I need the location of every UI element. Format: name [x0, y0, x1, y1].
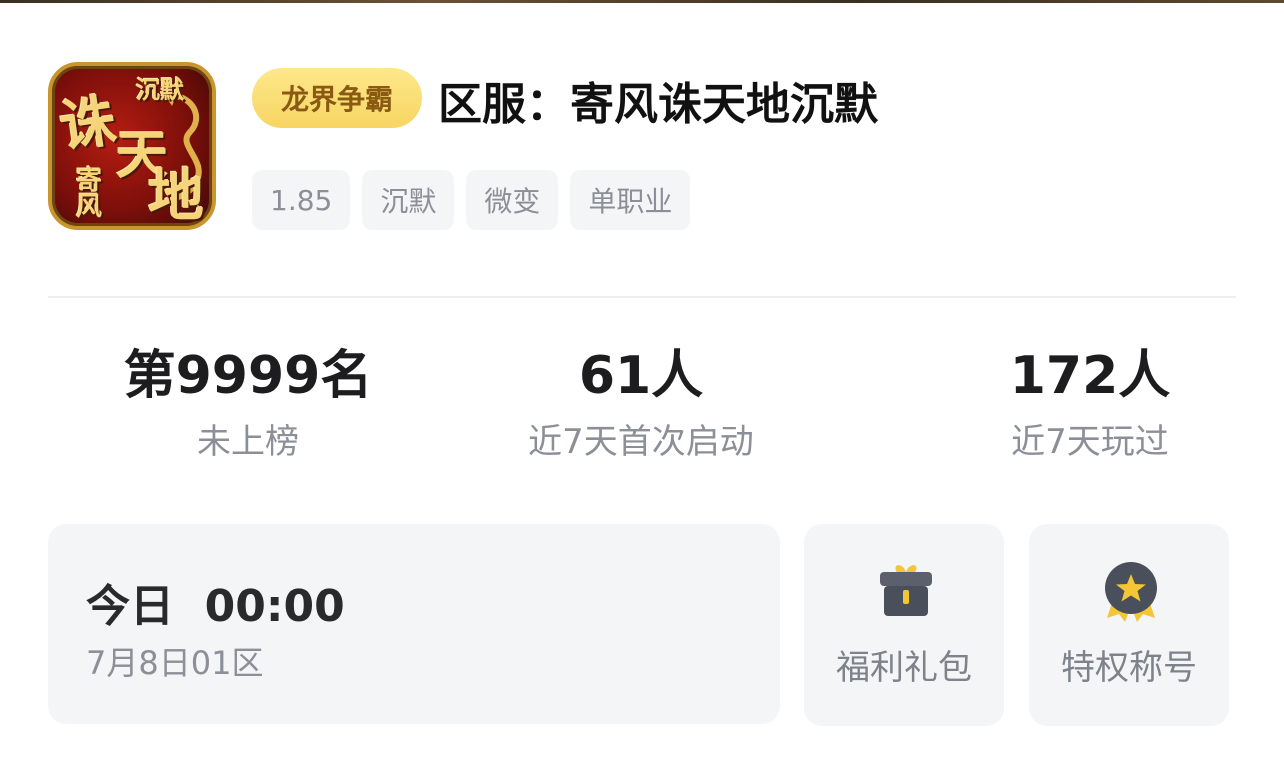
icon-text-zhu: 诛: [55, 87, 121, 161]
gift-package-button[interactable]: 福利礼包: [804, 524, 1004, 726]
top-image-strip: [0, 0, 1284, 3]
open-server-card[interactable]: 今日 00:00 7月8日01区: [48, 524, 780, 724]
stat-first-launch: 61人 近7天首次启动: [461, 340, 821, 466]
section-divider: [48, 296, 1236, 298]
icon-text-chenmo: 沉默: [136, 75, 184, 104]
stat-rank-value: 第9999名: [123, 346, 373, 406]
tag-version[interactable]: 1.85: [252, 170, 351, 230]
server-tags: 1.85 沉默 微变 单职业: [252, 170, 691, 230]
stat-rank-label: 未上榜: [197, 422, 299, 462]
tag-weibian[interactable]: 微变: [466, 170, 559, 230]
gift-icon: [880, 565, 932, 616]
stat-played-value: 172人: [1009, 346, 1171, 406]
tag-single-class[interactable]: 单职业: [570, 170, 691, 230]
stat-rank: 第9999名 未上榜: [68, 340, 428, 466]
server-title: 区服：寄风诛天地沉默: [438, 79, 878, 130]
stat-played-label: 近7天玩过: [1011, 422, 1169, 462]
open-server-subtitle: 7月8日01区: [86, 644, 264, 682]
privilege-title-button[interactable]: 特权称号: [1029, 524, 1229, 726]
icon-text-di: 地: [148, 163, 204, 229]
icon-text-jifeng: 寄风: [76, 166, 103, 222]
tag-chenmo[interactable]: 沉默: [362, 170, 455, 230]
server-group-tag[interactable]: 龙界争霸: [252, 68, 422, 128]
open-server-time: 今日 00:00: [86, 581, 345, 632]
stat-played: 172人 近7天玩过: [910, 340, 1270, 466]
gift-package-label: 福利礼包: [836, 648, 972, 688]
stat-first-launch-value: 61人: [578, 346, 704, 406]
privilege-title-label: 特权称号: [1061, 648, 1197, 688]
medal-star-icon: [1105, 562, 1157, 622]
stat-first-launch-label: 近7天首次启动: [528, 422, 754, 462]
game-app-icon[interactable]: 沉默 诛 天 地 寄风: [48, 62, 216, 230]
